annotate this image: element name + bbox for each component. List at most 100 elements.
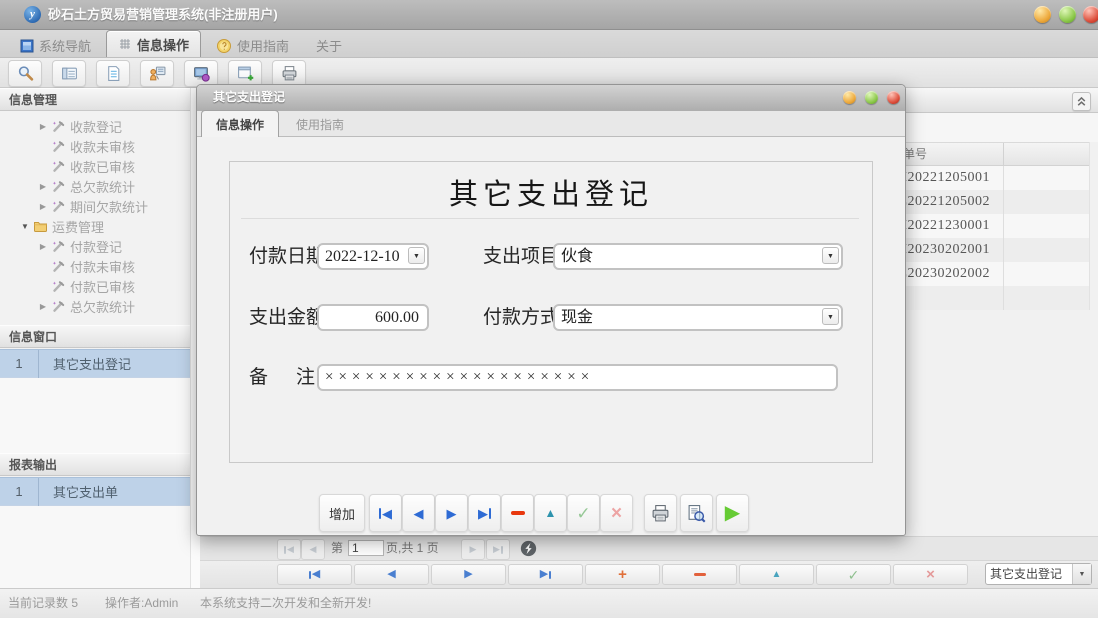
info-window-item-label: 其它支出登记 [39,354,131,373]
report-output-list: 1其它支出单 [0,477,190,588]
cancel-button[interactable]: × [893,564,968,585]
list-button[interactable] [52,60,86,87]
last-page-button[interactable]: ▶ [486,539,510,560]
page-label-after: 页,共 1 页 [386,537,439,560]
chevron-collapse-icon [1076,96,1087,107]
chevron-down-icon[interactable]: ▼ [408,247,425,264]
sidebar-section-info-management[interactable]: 信息管理 [0,88,190,111]
tree-item[interactable]: ▶收款登记 [0,116,190,136]
window-titlebar: y 砂石土方贸易营销管理系统(非注册用户) [0,0,1098,30]
delete-button[interactable] [501,494,534,532]
next-page-icon: ▶ [470,545,477,554]
chevron-down-icon[interactable]: ▼ [822,247,839,264]
first-button[interactable]: ◀ [277,564,352,585]
dialog-maximize-button[interactable] [865,91,878,104]
chevron-right-icon[interactable]: ▶ [38,242,48,251]
collapse-panel-button[interactable] [1072,92,1091,111]
tree-item[interactable]: 付款未审核 [0,256,190,276]
window-add-button[interactable] [228,60,262,87]
tool-icon [51,260,66,273]
report-output-item[interactable]: 1其它支出单 [0,477,190,506]
confirm-icon: ✓ [848,568,860,582]
last-button[interactable]: ▶ [508,564,583,585]
close-button[interactable] [1083,6,1098,23]
tree-item[interactable]: 收款已审核 [0,156,190,176]
status-note: 本系统支持二次开发和全新开发! [200,589,371,617]
info-window-item-index: 1 [0,350,39,378]
monitor-button[interactable] [184,60,218,87]
pay-date-combo[interactable]: 2022-12-10 ▼ [317,243,429,270]
tab-system-nav-label: 系统导航 [39,36,91,55]
confirm-button[interactable]: ✓ [816,564,891,585]
chevron-down-icon[interactable]: ▼ [20,222,30,231]
add-button[interactable]: 增加 [319,494,365,532]
sidebar-section-report-output[interactable]: 报表输出 [0,453,190,476]
tree-item[interactable]: 付款已审核 [0,276,190,296]
edit-button[interactable]: ▲ [739,564,814,585]
search-button[interactable] [8,60,42,87]
pay-date-label: 付款日期 [249,243,325,271]
sidebar-section-info-window[interactable]: 信息窗口 [0,325,190,348]
first-page-button[interactable]: ◀ [277,539,301,560]
window-selector-dropdown[interactable]: 其它支出登记 ▼ [985,563,1092,585]
confirm-button[interactable]: ✓ [567,494,600,532]
empty-cell [1003,262,1089,286]
first-button[interactable]: ◀ [369,494,402,532]
print-button[interactable] [644,494,677,532]
chevron-right-icon[interactable]: ▶ [38,202,48,211]
tab-info-operation[interactable]: 信息操作 [106,30,201,57]
printer-button[interactable] [272,60,306,87]
prev-page-icon: ◀ [310,545,317,554]
document-button[interactable] [96,60,130,87]
amount-input[interactable]: 600.00 [317,304,429,331]
prev-icon: ◀ [387,569,395,580]
chevron-down-icon[interactable]: ▼ [822,308,839,325]
dialog-close-button[interactable] [887,91,900,104]
info-window-item[interactable]: 1其它支出登记 [0,349,190,378]
page-number-input[interactable] [348,540,384,556]
add-button[interactable]: + [585,564,660,585]
minimize-button[interactable] [1034,6,1051,23]
pay-method-combo[interactable]: 现金 ▼ [553,304,843,331]
remark-input[interactable]: ×××××××××××××××××××× [317,364,838,391]
next-page-button[interactable]: ▶ [461,539,485,560]
grid-column-header-empty [1003,143,1089,165]
other-expense-dialog: 其它支出登记 信息操作使用指南 其它支出登记 付款日期 2022-12-10 ▼… [196,84,906,536]
edit-button[interactable]: ▲ [534,494,567,532]
next-button[interactable]: ▶ [431,564,506,585]
expense-item-combo[interactable]: 伙食 ▼ [553,243,843,270]
tree-item[interactable]: ▶总欠款统计 [0,176,190,196]
prev-button[interactable]: ◀ [402,494,435,532]
tree-item[interactable]: ▶期间欠款统计 [0,196,190,216]
operator-button[interactable] [140,60,174,87]
cancel-button[interactable]: × [600,494,633,532]
tool-icon [51,280,66,293]
tab-user-guide[interactable]: 使用指南 [204,33,301,57]
tree-item[interactable]: ▶总欠款统计 [0,296,190,316]
prev-button[interactable]: ◀ [354,564,429,585]
run-button[interactable]: ▶ [716,494,749,532]
last-button[interactable]: ▶ [468,494,501,532]
tree-item[interactable]: 收款未审核 [0,136,190,156]
maximize-button[interactable] [1059,6,1076,23]
chevron-right-icon[interactable]: ▶ [38,302,48,311]
dialog-tab-info-operation[interactable]: 信息操作 [201,110,279,137]
dialog-tab-user-guide[interactable]: 使用指南 [281,111,359,136]
delete-button[interactable] [662,564,737,585]
dialog-minimize-button[interactable] [843,91,856,104]
list-icon [61,65,78,82]
amount-value: 600.00 [319,306,427,329]
next-button[interactable]: ▶ [435,494,468,532]
remark-label: 备 注 [249,364,315,392]
tab-about[interactable]: 关于 [304,33,354,57]
tree-item[interactable]: ▶付款登记 [0,236,190,256]
empty-cell [1003,286,1089,310]
prev-page-button[interactable]: ◀ [301,539,325,560]
tree-item[interactable]: ▼运费管理 [0,216,190,236]
refresh-button[interactable] [520,540,537,557]
tab-system-nav[interactable]: 系统导航 [8,33,103,57]
chevron-right-icon[interactable]: ▶ [38,182,48,191]
preview-button[interactable] [680,494,713,532]
chevron-right-icon[interactable]: ▶ [38,122,48,131]
add-icon: + [618,567,627,582]
